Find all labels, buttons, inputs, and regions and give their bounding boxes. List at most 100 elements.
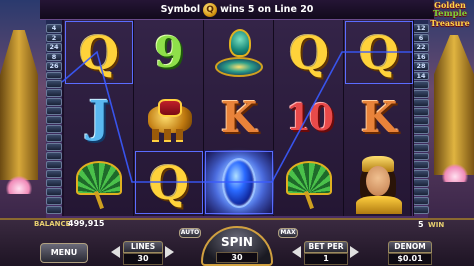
- bet-increase-arrow-icon[interactable]: [350, 246, 359, 258]
- payline-number: [413, 197, 429, 206]
- reel-2: 9 Q: [134, 20, 204, 216]
- payline-number: [413, 116, 429, 125]
- reel-cell: J: [64, 85, 134, 150]
- spin-bet-value: 30: [216, 252, 258, 263]
- payline-number: [46, 98, 62, 107]
- cobra-symbol: [213, 27, 265, 79]
- reel-cell: [274, 150, 344, 215]
- reel-5: Q K: [344, 20, 414, 216]
- payline-number: [46, 107, 62, 116]
- king-symbol: K: [360, 93, 398, 142]
- bet-per-label: BET PER: [304, 241, 348, 253]
- king-symbol: K: [220, 93, 258, 142]
- payline-number: [46, 170, 62, 179]
- payline-number: [413, 170, 429, 179]
- balance-value: 499,915: [68, 219, 105, 228]
- sapphire-gem-symbol: [222, 157, 256, 208]
- nine-symbol: 9: [154, 28, 184, 77]
- reel-cell: [134, 85, 204, 150]
- reel-cell: 9: [134, 20, 204, 85]
- lines-panel: LINES 30: [123, 241, 163, 265]
- payline-number: [46, 206, 62, 214]
- game-logo: Golden Temple Treasure: [428, 1, 472, 31]
- reel-cell: [204, 20, 274, 85]
- win-message-prefix: Symbol: [160, 4, 201, 15]
- reel-cell: 10: [274, 85, 344, 150]
- payline-number: [413, 179, 429, 188]
- payline-number: 14: [413, 71, 429, 80]
- payline-number: [46, 71, 62, 80]
- reel-cell: [64, 150, 134, 215]
- payline-number: [413, 134, 429, 143]
- auto-button[interactable]: AUTO: [179, 228, 201, 238]
- payline-number: [413, 98, 429, 107]
- reel-cell: Q: [64, 20, 134, 85]
- parasol-symbol: [74, 157, 124, 209]
- payline-number: [413, 161, 429, 170]
- win-label: WIN: [428, 221, 445, 229]
- payline-strip-right: 12 6 22 16 28 14: [413, 24, 429, 215]
- denom-value: $0.01: [388, 253, 432, 265]
- lines-label: LINES: [123, 241, 163, 253]
- slot-game: Symbol Q wins 5 on Line 20 Golden Temple…: [0, 0, 474, 266]
- payline-number: [46, 161, 62, 170]
- payline-number: [46, 197, 62, 206]
- payline-number: 8: [46, 52, 62, 61]
- reel-cell: Q: [274, 20, 344, 85]
- payline-number: 28: [413, 62, 429, 71]
- lines-decrease-arrow-icon[interactable]: [111, 246, 120, 258]
- payline-number: 2: [46, 33, 62, 42]
- payline-number: [413, 89, 429, 98]
- jack-symbol: J: [88, 92, 110, 143]
- payline-number: [46, 152, 62, 161]
- reel-cell: Q: [134, 150, 204, 215]
- payline-number: [413, 152, 429, 161]
- reel-cell: Q: [344, 20, 414, 85]
- win-message-suffix: wins 5 on Line 20: [220, 4, 314, 15]
- queen-symbol: Q: [148, 155, 190, 210]
- payline-number: 26: [46, 62, 62, 71]
- payline-strip-left: 4 2 24 8 26: [46, 24, 62, 214]
- win-message-bar: Symbol Q wins 5 on Line 20: [40, 0, 434, 20]
- payline-number: [413, 107, 429, 116]
- payline-number: 16: [413, 52, 429, 61]
- lines-increase-arrow-icon[interactable]: [165, 246, 174, 258]
- lotus-image: [442, 164, 468, 182]
- temple-image: [434, 35, 474, 175]
- reel-area: Q J 9 Q K Q 10 Q K: [62, 20, 414, 216]
- max-bet-button[interactable]: MAX: [278, 228, 298, 238]
- ten-symbol: 10: [285, 96, 334, 139]
- payline-number: [46, 80, 62, 89]
- elephant-symbol: [140, 93, 198, 143]
- lotus-image: [6, 176, 32, 194]
- payline-number: [46, 89, 62, 98]
- payline-number: [46, 143, 62, 152]
- queen-symbol: Q: [358, 25, 400, 80]
- bet-per-panel: BET PER 1: [304, 241, 348, 265]
- payline-number: [46, 125, 62, 134]
- payline-number: 24: [46, 43, 62, 52]
- temple-image: [0, 30, 38, 180]
- logo-line-3: Treasure: [430, 18, 470, 28]
- queen-symbol: Q: [78, 25, 120, 80]
- princess-symbol: [350, 152, 408, 214]
- win-value: 5: [418, 220, 424, 229]
- win-message: Symbol Q wins 5 on Line 20: [160, 2, 314, 17]
- bet-decrease-arrow-icon[interactable]: [292, 246, 301, 258]
- spin-label: SPIN: [221, 235, 253, 249]
- queen-symbol: Q: [288, 25, 330, 80]
- payline-number: [413, 206, 429, 215]
- right-scenery: [428, 0, 474, 222]
- payline-number: 12: [413, 24, 429, 33]
- payline-number: [46, 179, 62, 188]
- reel-cell: K: [344, 85, 414, 150]
- menu-button[interactable]: MENU: [40, 243, 88, 263]
- payline-number: [413, 81, 429, 89]
- denomination-panel[interactable]: DENOM $0.01: [388, 241, 432, 265]
- reel-3: K: [204, 20, 274, 216]
- payline-number: [413, 143, 429, 152]
- reel-cell: [204, 150, 274, 215]
- reel-4: Q 10: [274, 20, 344, 216]
- payline-number: [46, 116, 62, 125]
- payline-number: [46, 188, 62, 197]
